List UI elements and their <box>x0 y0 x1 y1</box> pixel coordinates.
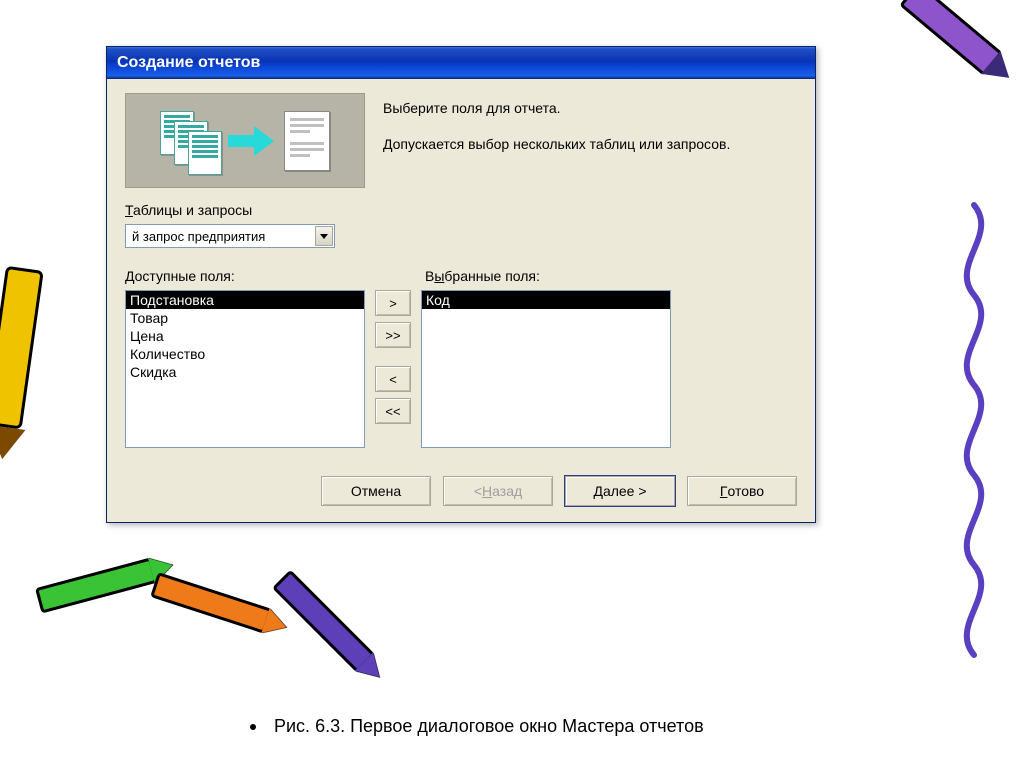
selected-fields-listbox[interactable]: Код <box>421 290 671 448</box>
selected-fields-label: Выбранные поля: <box>425 268 671 284</box>
list-item[interactable]: Скидка <box>126 363 364 381</box>
combobox-value: й запрос предприятия <box>132 229 265 244</box>
crayons-bottom-left-decoration <box>28 555 432 665</box>
dialog-title: Создание отчетов <box>117 54 260 72</box>
crayon-yellow-decoration <box>0 266 52 470</box>
squiggle-decoration <box>944 200 1004 660</box>
list-item[interactable]: Подстановка <box>126 291 364 309</box>
available-fields-label: Доступные поля: <box>125 268 365 284</box>
report-wizard-dialog: Создание отчетов Выберите поля для отчет… <box>106 46 816 523</box>
tables-queries-combobox[interactable]: й запрос предприятия <box>125 224 335 248</box>
combobox-dropdown-button[interactable] <box>315 226 333 246</box>
list-item[interactable]: Код <box>422 291 670 309</box>
available-fields-listbox[interactable]: ПодстановкаТоварЦенаКоличествоСкидка <box>125 290 365 448</box>
remove-field-button[interactable]: < <box>375 366 411 392</box>
remove-all-fields-button[interactable]: << <box>375 398 411 424</box>
arrow-icon <box>228 126 276 156</box>
finish-button[interactable]: Готово <box>687 476 797 506</box>
back-button: < Назад <box>443 476 553 506</box>
next-button[interactable]: Далее > <box>565 476 675 506</box>
list-item[interactable]: Цена <box>126 327 364 345</box>
list-item[interactable]: Товар <box>126 309 364 327</box>
add-all-fields-button[interactable]: >> <box>375 322 411 348</box>
titlebar: Создание отчетов <box>107 47 815 79</box>
figure-caption: Рис. 6.3. Первое диалоговое окно Мастера… <box>250 716 704 737</box>
wizard-illustration <box>125 93 365 188</box>
intro-text: Выберите поля для отчета. Допускается вы… <box>383 93 730 170</box>
add-field-button[interactable]: > <box>375 290 411 316</box>
cancel-button[interactable]: Отмена <box>321 476 431 506</box>
crayon-purple-top-decoration <box>899 0 1003 76</box>
tables-queries-label: Таблицы и запросы <box>125 202 797 218</box>
list-item[interactable]: Количество <box>126 345 364 363</box>
report-page-icon <box>284 111 330 171</box>
